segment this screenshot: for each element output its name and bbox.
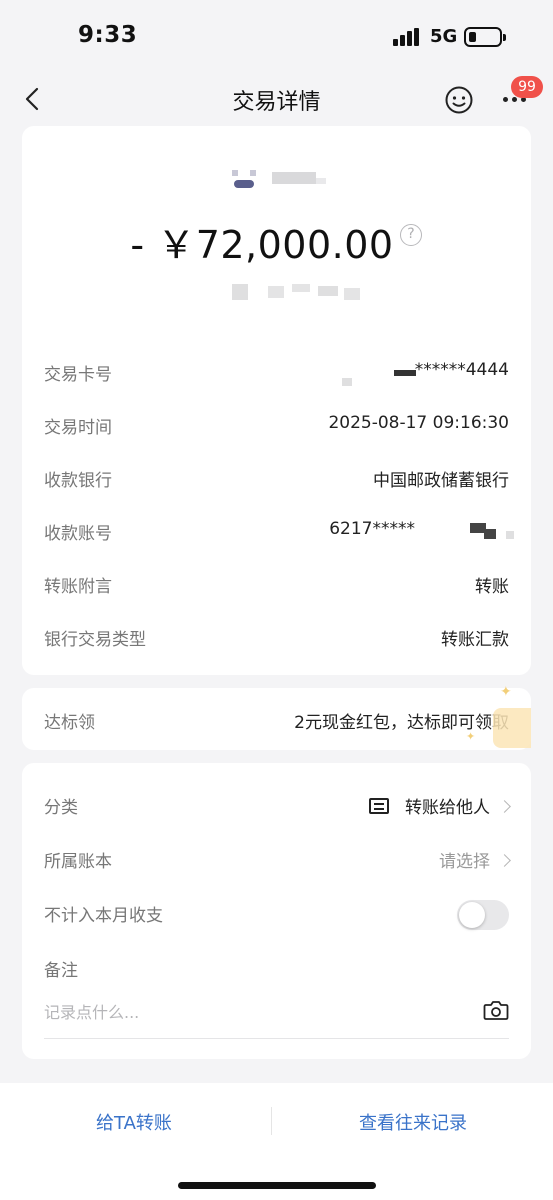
account-number-mosaic [484, 529, 496, 539]
detail-label: 收款账号 [44, 524, 112, 544]
transaction-amount: - ￥72,000.00 [130, 223, 394, 267]
detail-row-account: 收款账号 6217***** [22, 515, 531, 545]
detail-label: 转账附言 [44, 577, 112, 597]
card-number-mosaic [342, 378, 352, 386]
detail-value: 转账 [475, 577, 509, 597]
detail-value: 2025-08-17 09:16:30 [328, 413, 509, 433]
account-book-row[interactable]: 所属账本 请选择 [22, 843, 531, 873]
exclude-row: 不计入本月收支 [22, 897, 531, 927]
detail-row-bank: 收款银行 中国邮政储蓄银行 [22, 462, 531, 492]
battery-icon [464, 27, 506, 47]
category-value-wrap[interactable]: 转账给他人 [369, 793, 511, 818]
exclude-toggle[interactable] [457, 900, 509, 930]
bottom-divider [271, 1107, 272, 1135]
detail-label: 交易时间 [44, 418, 112, 438]
payee-detail-mosaic [318, 286, 338, 296]
transaction-card: - ￥72,000.00 ? 交易卡号 ******4444 交易时间 2025… [22, 126, 531, 675]
network-label: 5G [430, 26, 458, 47]
payee-detail-mosaic [344, 288, 360, 300]
detail-label: 交易卡号 [44, 365, 112, 385]
note-divider [44, 1038, 509, 1039]
detail-label: 银行交易类型 [44, 630, 146, 650]
transfer-to-payee-button[interactable]: 给TA转账 [96, 1109, 172, 1135]
status-bar: 9:33 5G [0, 0, 553, 74]
transfer-category-icon [369, 798, 389, 814]
card-number-mosaic [394, 370, 416, 376]
home-indicator [178, 1182, 376, 1189]
detail-value: 6217***** [329, 519, 415, 539]
sparkle-icon: ✦ [500, 684, 512, 700]
transaction-detail-page: 9:33 5G 交易详情 99 - ￥72,000.00 ? 交易卡号 ****… [0, 0, 553, 1200]
help-icon[interactable]: ? [400, 224, 422, 246]
notification-badge: 99 [511, 76, 543, 98]
chevron-right-icon [498, 854, 511, 867]
category-row[interactable]: 分类 转账给他人 [22, 789, 531, 819]
sparkle-icon: ✦ [466, 730, 476, 743]
note-input[interactable] [44, 999, 444, 1025]
detail-row-remark: 转账附言 转账 [22, 568, 531, 598]
detail-value: ******4444 [414, 360, 509, 380]
signal-icon [393, 28, 421, 46]
toggle-knob [459, 902, 485, 928]
status-time: 9:33 [78, 22, 138, 48]
note-label: 备注 [44, 961, 78, 981]
reward-card[interactable]: 达标领 2元现金红包，达标即可领取 [22, 688, 531, 750]
view-history-button[interactable]: 查看往来记录 [359, 1109, 467, 1135]
exclude-label: 不计入本月收支 [44, 906, 163, 926]
note-row: 备注 [22, 952, 531, 982]
payee-detail-mosaic [268, 286, 284, 298]
detail-value: 中国邮政储蓄银行 [373, 471, 509, 491]
reward-label: 达标领 [44, 713, 95, 733]
account-book-label: 所属账本 [44, 852, 112, 872]
detail-row-time: 交易时间 2025-08-17 09:16:30 [22, 409, 531, 439]
account-book-value: 请选择 [439, 852, 490, 872]
reward-row[interactable]: 达标领 2元现金红包，达标即可领取 [22, 704, 531, 734]
payee-avatar-icon [232, 170, 256, 188]
bookkeeping-card: 分类 转账给他人 所属账本 请选择 不计入本月收支 备注 [22, 763, 531, 1059]
reward-value: 2元现金红包，达标即可领取 [294, 713, 509, 733]
chevron-right-icon [498, 800, 511, 813]
account-book-value-wrap[interactable]: 请选择 [439, 847, 511, 872]
payee-name-mosaic [316, 178, 326, 184]
nav-bar: 交易详情 99 [0, 74, 553, 124]
detail-label: 收款银行 [44, 471, 112, 491]
bottom-action-bar: 给TA转账 查看往来记录 [0, 1083, 553, 1200]
category-value: 转账给他人 [405, 798, 490, 818]
detail-value: 转账汇款 [441, 630, 509, 650]
gift-icon[interactable] [493, 708, 531, 748]
category-label: 分类 [44, 798, 78, 818]
smiley-service-icon[interactable] [444, 85, 474, 115]
account-number-mosaic [506, 531, 514, 539]
detail-row-type: 银行交易类型 转账汇款 [22, 621, 531, 651]
payee-detail-mosaic [292, 284, 310, 292]
payee-detail-mosaic [232, 284, 248, 300]
detail-row-card-number: 交易卡号 ******4444 [22, 356, 531, 386]
payee-name-mosaic [272, 172, 316, 184]
camera-icon[interactable] [483, 999, 509, 1021]
